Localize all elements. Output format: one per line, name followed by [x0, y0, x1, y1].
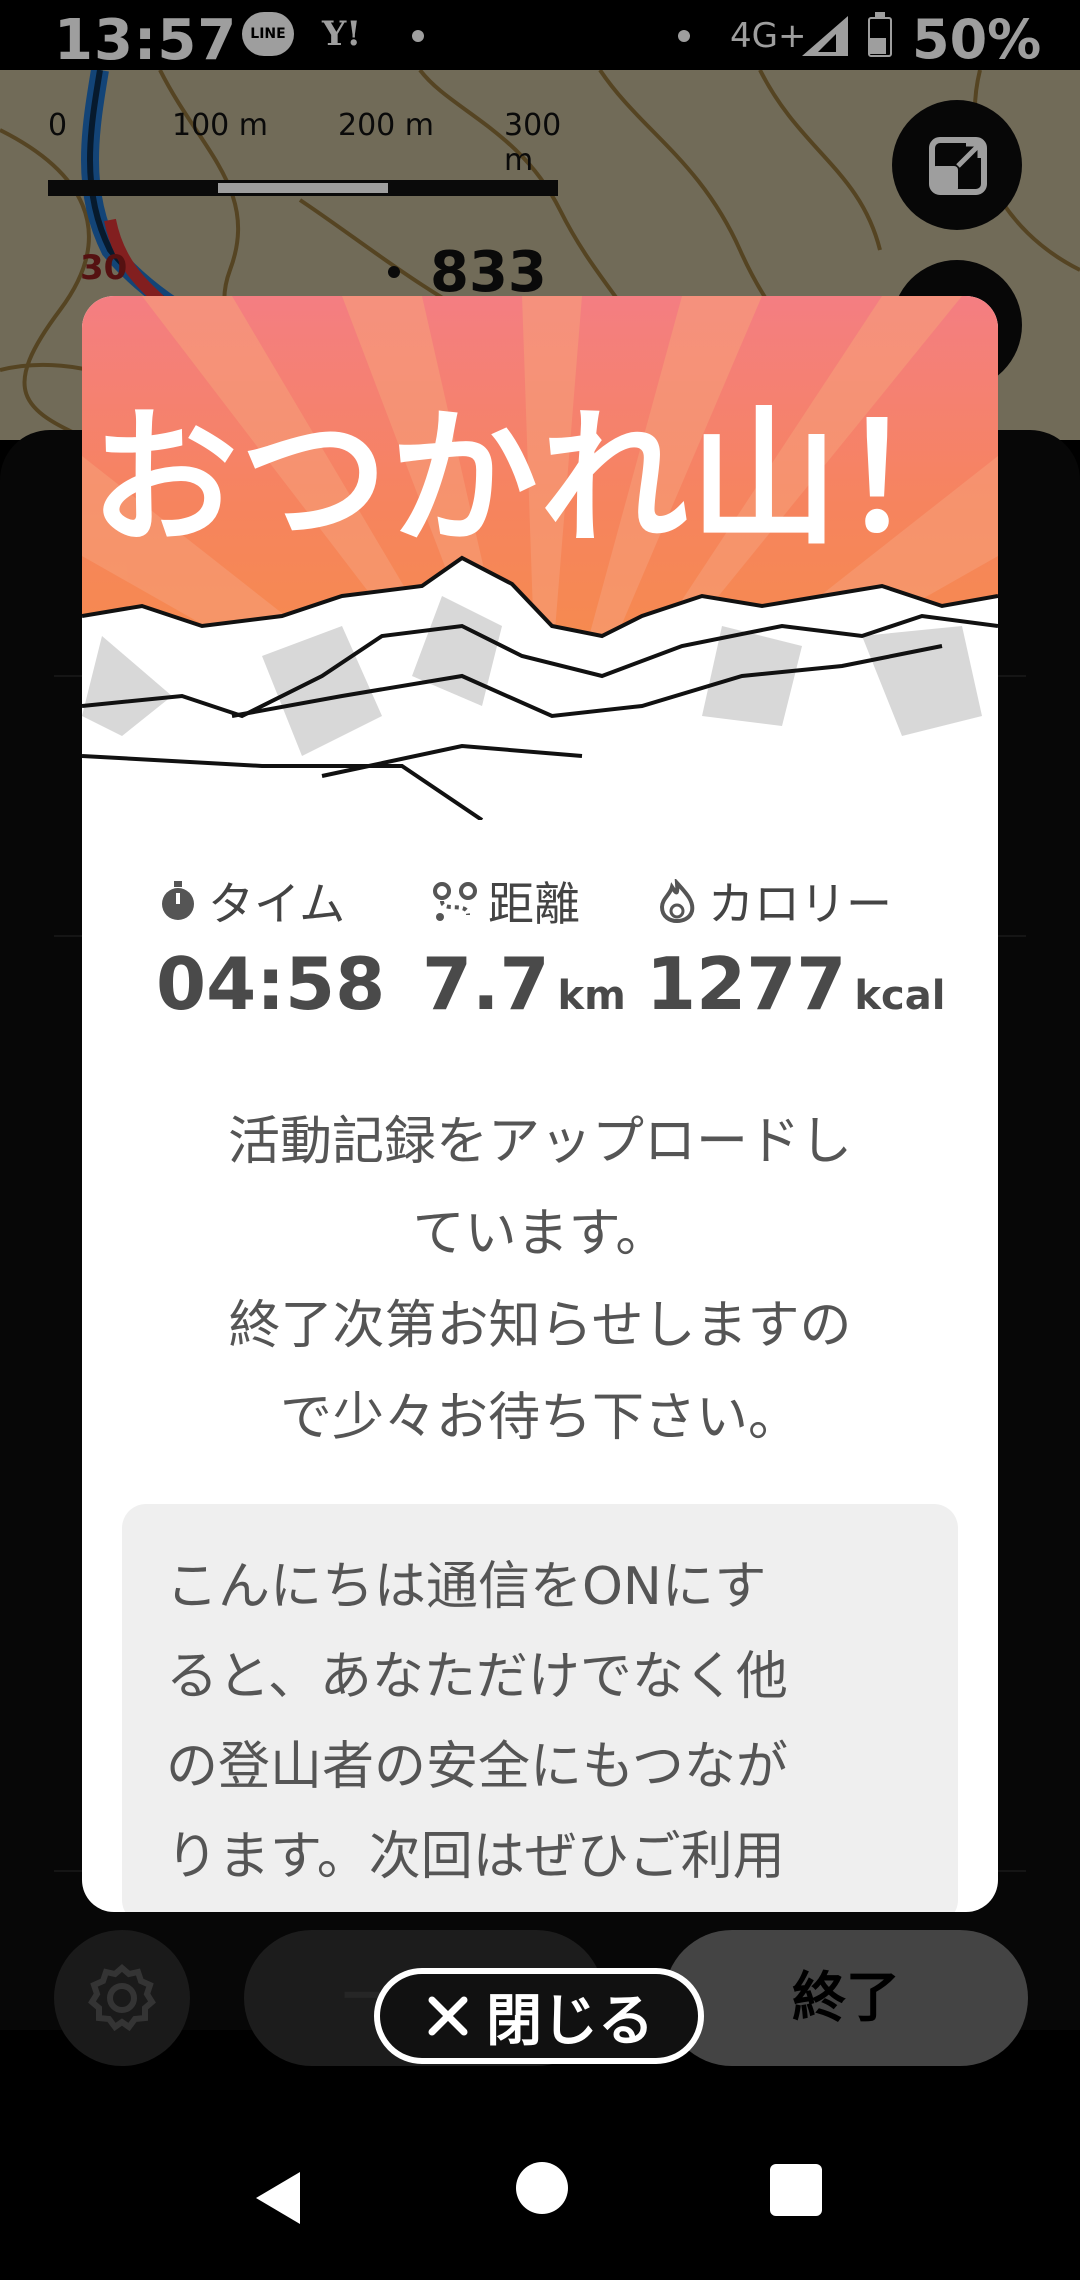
- stat-calories: カロリー 1277 kcal: [646, 868, 946, 1026]
- stat-value: 1277: [646, 942, 847, 1026]
- completion-dialog: おつかれ山！ タイム 04:58 距離 7.7 km カロリー 1277 kca…: [82, 296, 998, 1912]
- stat-label: タイム: [208, 877, 346, 931]
- stat-label: 距離: [488, 877, 580, 931]
- flame-icon: [659, 879, 695, 923]
- dialog-title: おつかれ山！: [90, 393, 990, 565]
- back-icon[interactable]: [252, 2170, 308, 2226]
- stat-time: タイム 04:58: [156, 868, 386, 1026]
- info-line: の登山者の安全にもつなが: [166, 1737, 788, 1797]
- route-icon: [433, 882, 477, 921]
- recents-icon[interactable]: [770, 2164, 822, 2216]
- hero-banner: おつかれ山！: [82, 296, 998, 820]
- stat-unit: km: [557, 973, 626, 1019]
- message-line: 終了次第お知らせしますの: [228, 1296, 852, 1356]
- stat-distance: 距離 7.7 km: [422, 868, 626, 1026]
- close-icon: [428, 1996, 468, 2036]
- stat-value: 7.7: [422, 942, 550, 1026]
- message-line: ています。: [412, 1204, 668, 1264]
- close-button[interactable]: 閉じる: [374, 1968, 704, 2064]
- info-box: こんにちは通信をONにす ると、あなただけでなく他 の登山者の安全にもつなが り…: [122, 1504, 958, 1912]
- system-nav-bar: [0, 2110, 1080, 2280]
- stopwatch-icon: [162, 881, 194, 920]
- home-icon[interactable]: [516, 2162, 568, 2214]
- info-line: ります。次回はぜひご利用: [166, 1827, 785, 1887]
- stat-label: カロリー: [708, 877, 892, 931]
- stat-unit: kcal: [854, 973, 946, 1019]
- info-line: ると、あなただけでなく他: [166, 1647, 788, 1707]
- close-label: 閉じる: [486, 1988, 654, 2054]
- info-line: こんにちは通信をONにす: [166, 1557, 767, 1617]
- message-line: 活動記録をアップロードし: [227, 1112, 852, 1172]
- message-line: で少々お待ち下さい。: [279, 1388, 800, 1448]
- stat-value: 04:58: [156, 942, 386, 1026]
- upload-message: 活動記録をアップロードし ています。 終了次第お知らせしますの で少々お待ち下さ…: [122, 1096, 958, 1464]
